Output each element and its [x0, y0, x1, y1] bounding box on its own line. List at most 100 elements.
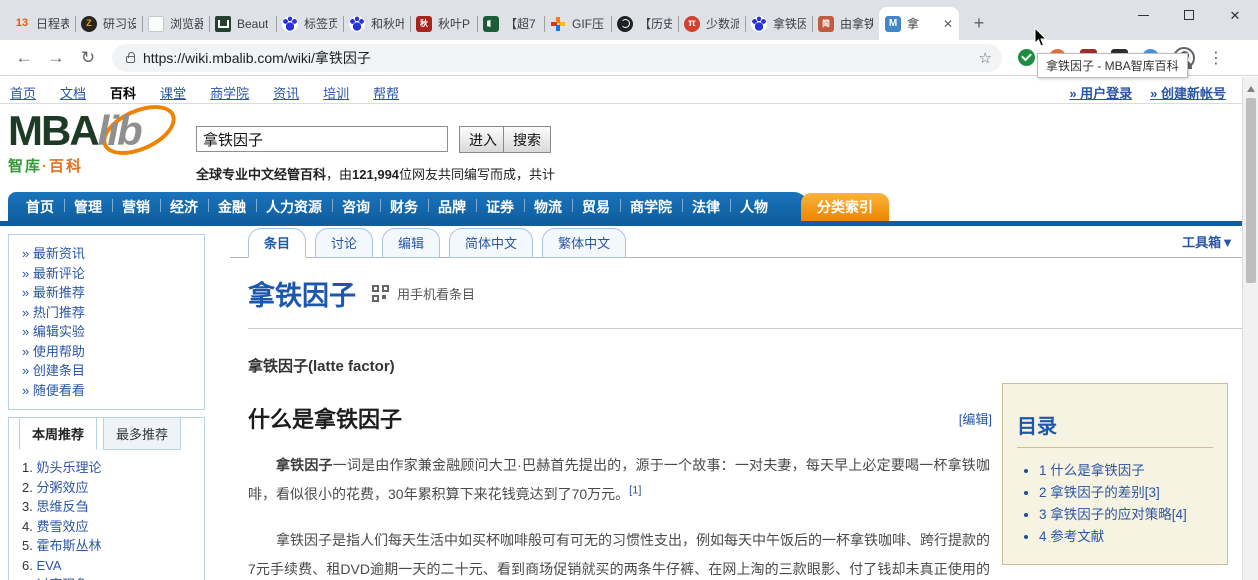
utilnav-docs[interactable]: 文档 [60, 83, 86, 102]
utilnav-zixun[interactable]: 资讯 [273, 83, 299, 102]
list-item: 分粥效应 [22, 478, 196, 498]
paragraph-2: 拿铁因子是指人们每天生活中如买杯咖啡般可有可无的习惯性支出，例如每天中午饭后的一… [248, 526, 990, 580]
catnav-yingxiao[interactable]: 营销 [112, 197, 160, 217]
create-account-link[interactable]: » 创建新帐号 [1150, 83, 1226, 102]
catnav-renwu[interactable]: 人物 [730, 197, 778, 217]
search-button[interactable]: 搜索 [503, 126, 551, 153]
catnav-caiwu[interactable]: 财务 [380, 197, 428, 217]
sidebar-item-edit-sandbox[interactable]: 编辑实验 [22, 322, 196, 342]
sidebar-item-random[interactable]: 随便看看 [22, 381, 196, 401]
reference-link-1[interactable]: [1] [629, 484, 641, 496]
sidebar-quick-links: 最新资讯 最新评论 最新推荐 热门推荐 编辑实验 使用帮助 创建条目 随便看看 [8, 234, 205, 410]
edit-section-link[interactable]: [编辑] [959, 409, 992, 428]
browser-tab-yanxi[interactable]: Z研习设 [75, 7, 142, 40]
catnav-pinpai[interactable]: 品牌 [428, 197, 476, 217]
list-item: 霍布斯丛林 [22, 536, 196, 556]
mbalib-favicon: M [885, 16, 901, 32]
forward-button[interactable]: → [42, 44, 70, 72]
close-button[interactable]: ✕ [1212, 0, 1258, 30]
utilnav-ketang[interactable]: 课堂 [160, 83, 186, 102]
extension-check-icon[interactable] [1018, 49, 1035, 66]
catnav-jinrong[interactable]: 金融 [208, 197, 256, 217]
browser-tab-gif[interactable]: GIF压 [544, 7, 611, 40]
tab-edit[interactable]: 编辑 [382, 228, 440, 258]
utilnav-home[interactable]: 首页 [10, 83, 36, 102]
tab-close-icon[interactable]: ✕ [943, 18, 953, 30]
catnav-renli[interactable]: 人力资源 [256, 197, 332, 217]
catnav-zixun[interactable]: 咨询 [332, 197, 380, 217]
toc-item: 4 参考文献 [1039, 526, 1213, 548]
tab-discussion[interactable]: 讨论 [315, 228, 373, 258]
catnav-zhengquan[interactable]: 证券 [476, 197, 524, 217]
utilnav-peixun[interactable]: 培训 [323, 83, 349, 102]
baidu-paw-icon [349, 16, 365, 32]
browser-tab-liulanqi[interactable]: 浏览器 [142, 7, 209, 40]
sidebar-item-hot-recommend[interactable]: 热门推荐 [22, 303, 196, 323]
tab-most-recommend[interactable]: 最多推荐 [103, 417, 181, 450]
sidebar-item-latest-news[interactable]: 最新资讯 [22, 244, 196, 264]
category-index-tab[interactable]: 分类索引 [801, 193, 889, 221]
browser-tab-active-mbalib[interactable]: M 拿 ✕ [879, 7, 959, 40]
browser-tab-chao7[interactable]: 【超7 [477, 7, 544, 40]
browser-tab-lishi[interactable]: 【历史 [611, 7, 678, 40]
sidebar-item-latest-recommend[interactable]: 最新推荐 [22, 283, 196, 303]
new-tab-button[interactable]: + [965, 9, 993, 37]
list-item: 过客现象 [22, 575, 196, 580]
catnav-maoyi[interactable]: 贸易 [572, 197, 620, 217]
calendar-app-icon: 13 [14, 16, 30, 32]
browser-tab-biaoqianye[interactable]: 标签页 [276, 7, 343, 40]
utilnav-bangbang[interactable]: 帮帮 [373, 83, 399, 102]
browser-menu-icon[interactable]: ⋮ [1207, 48, 1225, 68]
tab-entry[interactable]: 条目 [248, 228, 306, 258]
wiki-search-input[interactable] [196, 126, 448, 152]
browser-tab-heqiuye[interactable]: 和秋叶 [343, 7, 410, 40]
page-title: 拿铁因子 [248, 274, 356, 313]
sidebar-item-latest-comments[interactable]: 最新评论 [22, 264, 196, 284]
catnav-home[interactable]: 首页 [16, 197, 64, 217]
sidebar-item-help[interactable]: 使用帮助 [22, 342, 196, 362]
utilnav-shangxueyuan[interactable]: 商学院 [210, 83, 249, 102]
toolbox-dropdown[interactable]: 工具箱▼ [1182, 232, 1234, 251]
tab-tooltip: 拿铁因子 - MBA智库百科 [1037, 53, 1188, 78]
back-button[interactable]: ← [10, 44, 38, 72]
qr-code-icon[interactable] [372, 285, 389, 302]
browser-tab-jianshu[interactable]: 简由拿铁 [812, 7, 879, 40]
vertical-scrollbar[interactable] [1242, 77, 1258, 580]
catnav-guanli[interactable]: 管理 [64, 197, 112, 217]
scrollbar-thumb[interactable] [1246, 98, 1256, 283]
url-text[interactable]: https://wiki.mbalib.com/wiki/拿铁因子 [143, 48, 971, 68]
baidu-paw-icon [751, 16, 767, 32]
tab-traditional[interactable]: 繁体中文 [542, 228, 626, 258]
reload-button[interactable]: ↻ [74, 44, 102, 72]
browser-tab-calendar[interactable]: 13日程表 [8, 7, 75, 40]
web-page: 首页 文档 百科 课堂 商学院 资讯 培训 帮帮 » 用户登录 » 创建新帐号 … [0, 77, 1242, 580]
catnav-shangxueyuan[interactable]: 商学院 [620, 197, 682, 217]
window-controls: ✕ [1120, 0, 1258, 30]
beautify-app-icon [215, 16, 231, 32]
jianshu-icon: 简 [818, 16, 834, 32]
enter-button[interactable]: 进入 [459, 126, 507, 153]
tab-simplified[interactable]: 简体中文 [449, 228, 533, 258]
browser-tab-natie[interactable]: 拿铁因 [745, 7, 812, 40]
browser-tab-sspai[interactable]: π少数派 [678, 7, 745, 40]
catnav-jingji[interactable]: 经济 [160, 197, 208, 217]
mobile-view-label[interactable]: 用手机看条目 [397, 284, 475, 303]
sidebar-item-create-entry[interactable]: 创建条目 [22, 361, 196, 381]
maximize-button[interactable] [1166, 0, 1212, 30]
lock-icon [126, 56, 135, 63]
catnav-falv[interactable]: 法律 [682, 197, 730, 217]
catnav-wuliu[interactable]: 物流 [524, 197, 572, 217]
page-tabs: 条目 讨论 编辑 简体中文 繁体中文 工具箱▼ [230, 226, 1242, 258]
utilnav-baike-current[interactable]: 百科 [110, 83, 136, 102]
tab-week-recommend[interactable]: 本周推荐 [19, 417, 97, 450]
scrollbar-up-arrow-icon[interactable] [1247, 82, 1255, 92]
mbalib-logo[interactable]: MBAlib 智库·百科 [8, 109, 193, 176]
browser-tab-beaut[interactable]: Beaut [209, 7, 276, 40]
bookmark-star-icon[interactable]: ☆ [979, 49, 992, 67]
browser-tab-qiuyep[interactable]: 秋秋叶P [410, 7, 477, 40]
minimize-button[interactable] [1120, 0, 1166, 30]
sidebar: 最新资讯 最新评论 最新推荐 热门推荐 编辑实验 使用帮助 创建条目 随便看看 … [8, 234, 205, 580]
user-login-link[interactable]: » 用户登录 [1069, 83, 1132, 102]
url-input[interactable]: https://wiki.mbalib.com/wiki/拿铁因子 ☆ [112, 44, 1002, 72]
baidu-paw-icon [282, 16, 298, 32]
